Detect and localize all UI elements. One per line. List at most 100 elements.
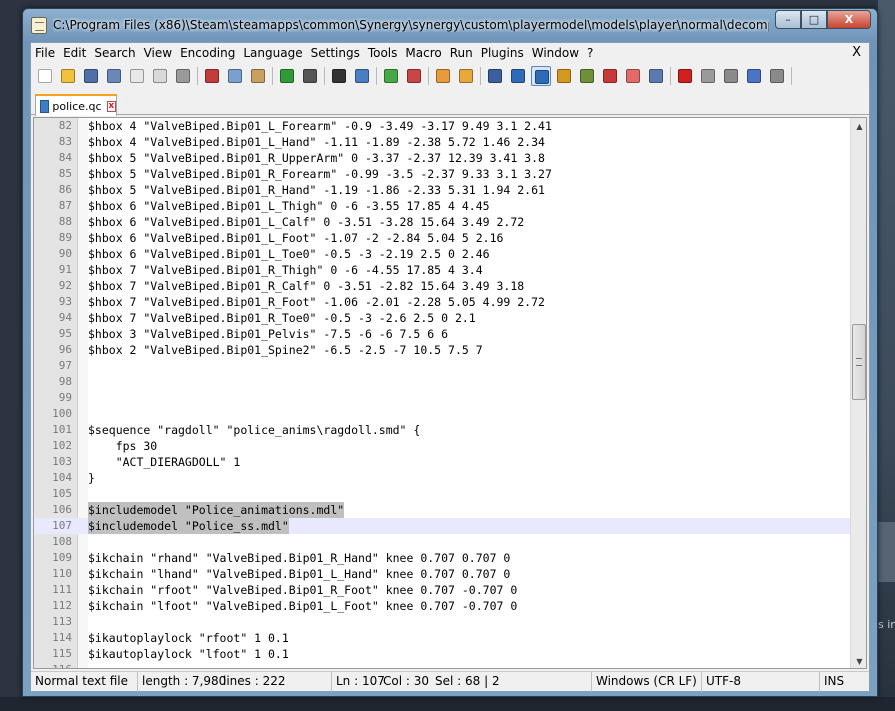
code-line[interactable]: 115 $ikautoplaylock "lfoot" 1 0.1 (34, 646, 850, 662)
function-list-button[interactable] (577, 66, 597, 86)
code-line[interactable]: 87 $hbox 6 "ValveBiped.Bip01_L_Thigh" 0 -… (34, 198, 850, 214)
stop-recording-button[interactable] (698, 66, 718, 86)
code-text[interactable]: $hbox 6 "ValveBiped.Bip01_L_Thigh" 0 -6 … (88, 198, 490, 214)
code-text[interactable]: $includemodel "Police_animations.mdl" (88, 502, 345, 518)
code-text[interactable]: $ikchain "lhand" "ValveBiped.Bip01_L_Han… (88, 566, 510, 582)
code-line[interactable]: 89 $hbox 6 "ValveBiped.Bip01_L_Foot" -1.0… (34, 230, 850, 246)
code-line[interactable]: 104} (34, 470, 850, 486)
code-text[interactable]: $hbox 7 "ValveBiped.Bip01_R_Toe0" -0.5 -… (88, 310, 476, 326)
code-text[interactable]: $includemodel "Police_ss.mdl" (88, 518, 289, 534)
code-line[interactable]: 83 $hbox 4 "ValveBiped.Bip01_L_Hand" -1.1… (34, 134, 850, 150)
folder-workspace-button[interactable] (623, 66, 643, 86)
user-language-button[interactable] (554, 66, 574, 86)
code-line[interactable]: 82 $hbox 4 "ValveBiped.Bip01_L_Forearm" -… (34, 118, 850, 134)
code-line[interactable]: 111 $ikchain "rfoot" "ValveBiped.Bip01_R_… (34, 582, 850, 598)
code-line[interactable]: 110 $ikchain "lhand" "ValveBiped.Bip01_L_… (34, 566, 850, 582)
menu-plugins[interactable]: Plugins (477, 43, 528, 63)
code-line[interactable]: 99 (34, 390, 850, 406)
code-line[interactable]: 91 $hbox 7 "ValveBiped.Bip01_R_Thigh" 0 -… (34, 262, 850, 278)
code-text[interactable]: $ikchain "rhand" "ValveBiped.Bip01_R_Han… (88, 550, 510, 566)
save-macro-button[interactable] (767, 66, 787, 86)
code-line[interactable]: 96 $hbox 2 "ValveBiped.Bip01_Spine2" -6.5… (34, 342, 850, 358)
code-line[interactable]: 109 $ikchain "rhand" "ValveBiped.Bip01_R_… (34, 550, 850, 566)
sync-horizontal-button[interactable] (456, 66, 476, 86)
vertical-scrollbar[interactable]: ▲ ▼ (850, 118, 866, 668)
code-line[interactable]: 95 $hbox 3 "ValveBiped.Bip01_Pelvis" -7.5… (34, 326, 850, 342)
code-text[interactable]: $hbox 7 "ValveBiped.Bip01_R_Thigh" 0 -6 … (88, 262, 483, 278)
scroll-down-icon[interactable]: ▼ (851, 653, 866, 668)
menu-language[interactable]: Language (239, 43, 306, 63)
run-macro-multiple-button[interactable] (744, 66, 764, 86)
open-file-button[interactable] (58, 66, 78, 86)
playback-macro-button[interactable] (721, 66, 741, 86)
menu-settings[interactable]: Settings (307, 43, 364, 63)
status-eol[interactable]: Windows (CR LF) (591, 672, 701, 692)
menu-view[interactable]: View (140, 43, 176, 63)
save-all-button[interactable] (104, 66, 124, 86)
copy-button[interactable] (225, 66, 245, 86)
code-text[interactable]: $ikchain "rfoot" "ValveBiped.Bip01_R_Foo… (88, 582, 517, 598)
code-line[interactable]: 86 $hbox 5 "ValveBiped.Bip01_R_Hand" -1.1… (34, 182, 850, 198)
cut-button[interactable] (202, 66, 222, 86)
redo-button[interactable] (300, 66, 320, 86)
close-file-button[interactable] (127, 66, 147, 86)
title-bar[interactable]: C:\Program Files (x86)\Steam\steamapps\c… (23, 9, 877, 41)
code-text[interactable]: $hbox 5 "ValveBiped.Bip01_R_Hand" -1.19 … (88, 182, 545, 198)
code-line[interactable]: 93 $hbox 7 "ValveBiped.Bip01_R_Foot" -1.0… (34, 294, 850, 310)
code-line[interactable]: 101 $sequence "ragdoll" "police_anims\rag… (34, 422, 850, 438)
code-line[interactable]: 94 $hbox 7 "ValveBiped.Bip01_R_Toe0" -0.5… (34, 310, 850, 326)
scroll-up-icon[interactable]: ▲ (851, 118, 866, 135)
minimize-button[interactable]: – (775, 10, 801, 29)
monitoring-button[interactable] (646, 66, 666, 86)
maximize-button[interactable]: □ (801, 10, 827, 29)
code-line[interactable]: 102 fps 30 (34, 438, 850, 454)
code-line[interactable]: 100 (34, 406, 850, 422)
menu-encoding[interactable]: Encoding (176, 43, 239, 63)
word-wrap-button[interactable] (485, 66, 505, 86)
code-text[interactable]: } (88, 470, 95, 486)
code-text[interactable]: $sequence "ragdoll" "police_anims\ragdol… (88, 422, 420, 438)
code-line[interactable]: 108 (34, 534, 850, 550)
sync-vertical-button[interactable] (433, 66, 453, 86)
find-button[interactable] (329, 66, 349, 86)
menu-run[interactable]: Run (446, 43, 477, 63)
code-line[interactable]: 114 $ikautoplaylock "rfoot" 1 0.1 (34, 630, 850, 646)
code-line[interactable]: 97 (34, 358, 850, 374)
code-text[interactable]: $hbox 3 "ValveBiped.Bip01_Pelvis" -7.5 -… (88, 326, 448, 342)
code-text[interactable]: fps 30 (88, 438, 158, 454)
tab-close-icon[interactable]: x (106, 100, 116, 112)
close-document-button[interactable]: X (852, 45, 861, 60)
code-line[interactable]: 103 "ACT_DIERAGDOLL" 1 (34, 454, 850, 470)
code-text[interactable]: $hbox 6 "ValveBiped.Bip01_L_Foot" -1.07 … (88, 230, 503, 246)
paste-button[interactable] (248, 66, 268, 86)
code-text[interactable]: $hbox 4 "ValveBiped.Bip01_L_Hand" -1.11 … (88, 134, 545, 150)
code-line[interactable]: 98 (34, 374, 850, 390)
zoom-in-button[interactable] (381, 66, 401, 86)
code-text[interactable]: $hbox 6 "ValveBiped.Bip01_L_Calf" 0 -3.5… (88, 214, 524, 230)
code-line[interactable]: 113 (34, 614, 850, 630)
document-map-button[interactable] (600, 66, 620, 86)
close-all-button[interactable] (150, 66, 170, 86)
code-line[interactable]: 105 (34, 486, 850, 502)
code-line[interactable]: 112 $ikchain "lfoot" "ValveBiped.Bip01_L_… (34, 598, 850, 614)
code-line[interactable]: 90 $hbox 6 "ValveBiped.Bip01_L_Toe0" -0.5… (34, 246, 850, 262)
menu-macro[interactable]: Macro (401, 43, 445, 63)
code-line[interactable]: 88 $hbox 6 "ValveBiped.Bip01_L_Calf" 0 -3… (34, 214, 850, 230)
editor-lines[interactable]: 82 $hbox 4 "ValveBiped.Bip01_L_Forearm" -… (34, 118, 850, 668)
code-text[interactable]: $hbox 2 "ValveBiped.Bip01_Spine2" -6.5 -… (88, 342, 483, 358)
menu-help[interactable]: ? (583, 43, 597, 63)
code-text[interactable]: $hbox 7 "ValveBiped.Bip01_R_Foot" -1.06 … (88, 294, 545, 310)
undo-button[interactable] (277, 66, 297, 86)
code-text[interactable]: $ikchain "lfoot" "ValveBiped.Bip01_L_Foo… (88, 598, 517, 614)
menu-window[interactable]: Window (528, 43, 583, 63)
menu-tools[interactable]: Tools (364, 43, 402, 63)
status-insert-mode[interactable]: INS (819, 672, 869, 692)
text-editor[interactable]: 82 $hbox 4 "ValveBiped.Bip01_L_Forearm" -… (33, 117, 867, 669)
save-button[interactable] (81, 66, 101, 86)
close-button[interactable]: X (827, 10, 871, 29)
replace-button[interactable] (352, 66, 372, 86)
new-file-button[interactable] (35, 66, 55, 86)
tab-police-qc[interactable]: police.qc x (35, 94, 117, 116)
menu-file[interactable]: File (31, 43, 59, 63)
code-line[interactable]: 92 $hbox 7 "ValveBiped.Bip01_R_Calf" 0 -3… (34, 278, 850, 294)
